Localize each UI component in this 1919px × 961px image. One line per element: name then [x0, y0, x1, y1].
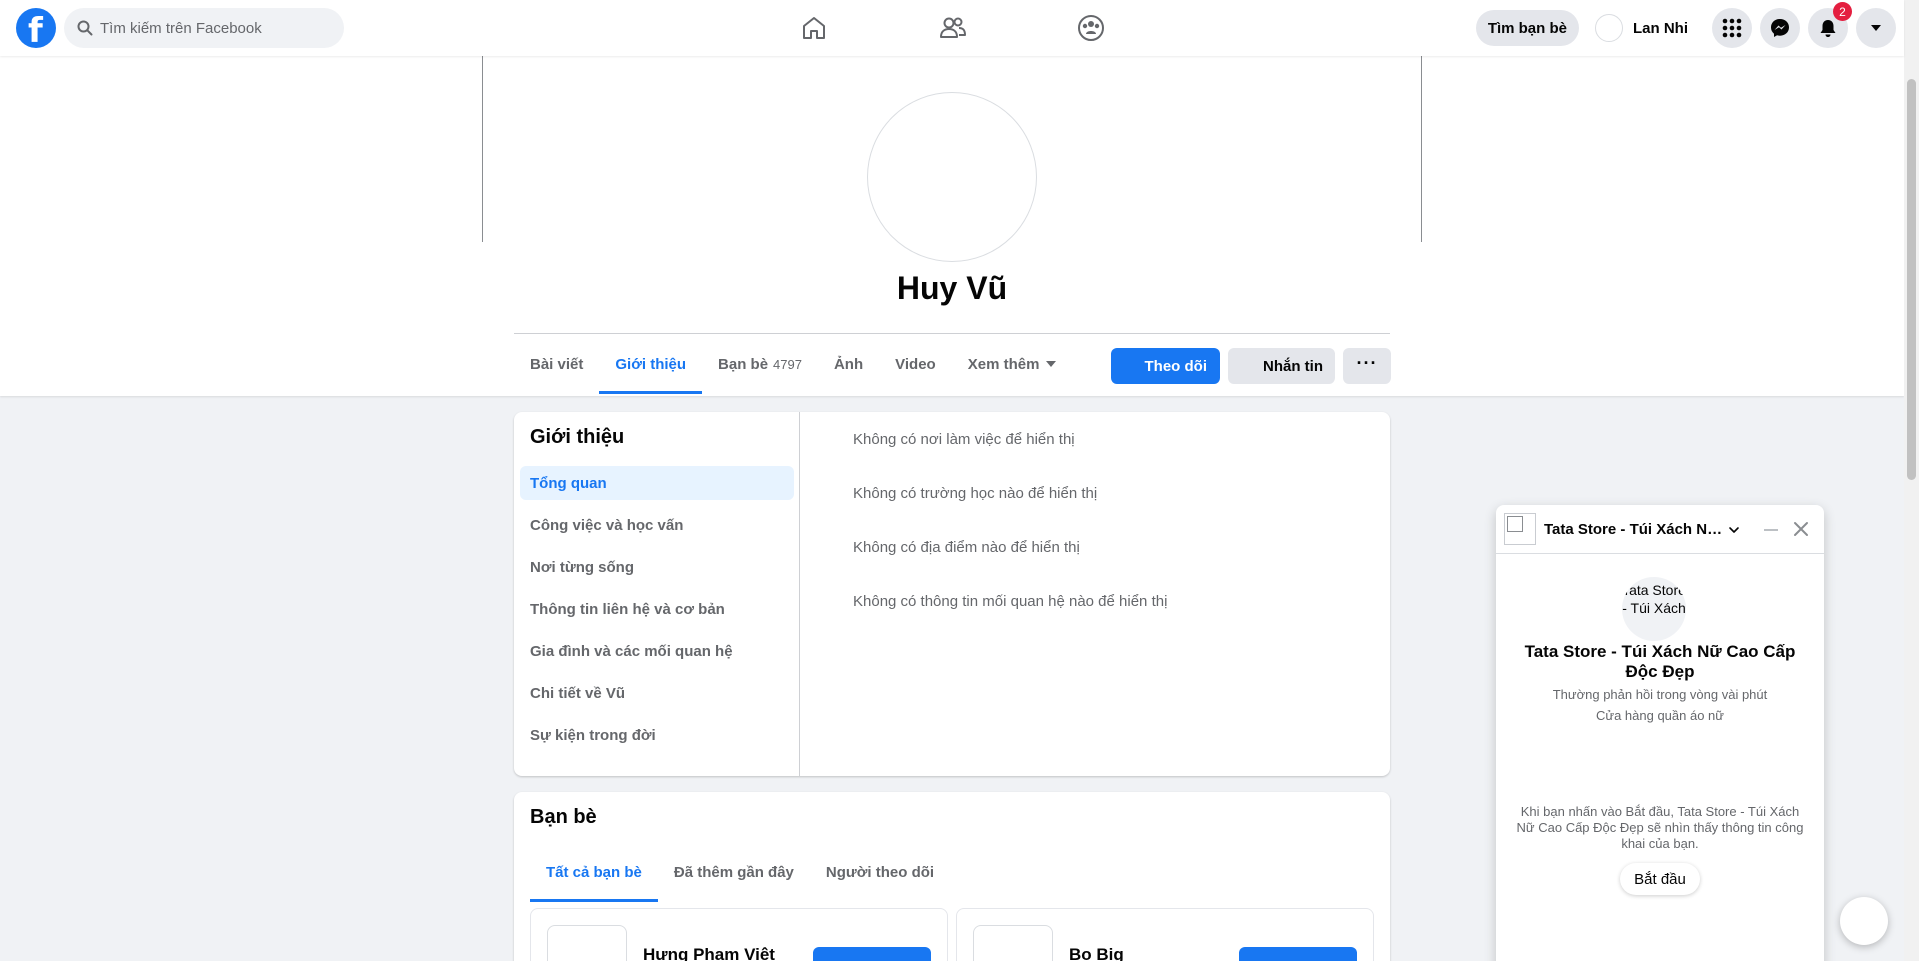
profile-picture[interactable]	[867, 92, 1037, 262]
chat-header[interactable]: Tata Store - Túi Xách Nữ Cao Cấp Độc Đẹp	[1496, 505, 1824, 554]
friend-action-button[interactable]	[1239, 947, 1357, 961]
page-logo: Tata Store - Túi Xách	[1622, 577, 1686, 641]
about-sidebar: Giới thiệu Tổng quan Công việc và học vấ…	[514, 412, 800, 776]
search-input[interactable]	[100, 8, 330, 48]
about-menu-details[interactable]: Chi tiết về Vũ	[520, 676, 794, 710]
about-menu-life-events[interactable]: Sự kiện trong đời	[520, 718, 794, 752]
groups-icon	[1078, 15, 1104, 41]
caret-down-icon	[1046, 361, 1057, 367]
tab-about[interactable]: Giới thiệu	[599, 334, 702, 394]
start-button[interactable]: Bắt đầu	[1620, 863, 1700, 895]
friends-count: 4797	[773, 356, 802, 372]
chevron-down-icon[interactable]	[1728, 524, 1740, 536]
about-card: Giới thiệu Tổng quan Công việc và học vấ…	[514, 412, 1390, 776]
tab-photos[interactable]: Ảnh	[818, 334, 879, 394]
follow-button[interactable]: Theo dõi	[1111, 348, 1220, 384]
bell-icon	[1820, 20, 1836, 37]
friend-photo[interactable]	[547, 925, 627, 961]
page-category: Cửa hàng quần áo nữ	[1595, 708, 1724, 723]
no-places-text: Không có địa điểm nào để hiển thị	[853, 539, 1080, 556]
notification-badge: 2	[1833, 2, 1852, 21]
chat-window: Tata Store - Túi Xách Nữ Cao Cấp Độc Đẹp…	[1496, 505, 1824, 961]
friend-item: Bo Big	[956, 908, 1374, 961]
page-name[interactable]: Tata Store - Túi Xách Nữ Cao Cấp Độc Đẹp	[1520, 642, 1800, 682]
no-workplace-text: Không có nơi làm việc để hiển thị	[853, 431, 1075, 448]
tab-all-friends[interactable]: Tất cả bạn bè	[530, 842, 658, 902]
friend-name[interactable]: Hưng Phạm Việt	[643, 945, 775, 961]
new-message-button[interactable]	[1840, 897, 1888, 945]
tab-posts[interactable]: Bài viết	[514, 334, 599, 394]
notifications-button[interactable]: 2	[1808, 2, 1852, 48]
account-caret-icon	[1871, 25, 1881, 31]
about-content: Không có nơi làm việc để hiển thị Không …	[853, 431, 1167, 647]
nav-home[interactable]	[758, 8, 870, 48]
friend-action-button[interactable]	[813, 947, 931, 961]
page-avatar	[1504, 513, 1536, 545]
profile-tabs: Bài viết Giới thiệu Bạn bè 4797 Ảnh Video…	[514, 334, 1072, 394]
minimize-icon[interactable]	[1764, 529, 1778, 531]
cover-border-left	[482, 56, 483, 242]
scrollbar-thumb[interactable]	[1907, 79, 1916, 480]
tab-more[interactable]: Xem thêm	[952, 334, 1073, 394]
profile-actions: Theo dõi Nhắn tin ···	[1111, 348, 1391, 384]
find-friends-button[interactable]: Tìm bạn bè	[1475, 10, 1579, 46]
nav-friends[interactable]	[897, 8, 1009, 48]
scrollbar[interactable]	[1904, 0, 1919, 961]
response-time: Thường phản hồi trong vòng vài phút	[1552, 687, 1768, 702]
messenger-button[interactable]	[1760, 8, 1800, 48]
message-button[interactable]: Nhắn tin	[1228, 348, 1335, 384]
menu-button[interactable]	[1712, 8, 1752, 48]
about-menu-places-lived[interactable]: Nơi từng sống	[520, 550, 794, 584]
tab-followers[interactable]: Người theo dõi	[810, 842, 950, 902]
top-navigation-bar: f Tìm bạn bè Lan Nh	[0, 0, 1904, 56]
about-menu-contact-basic[interactable]: Thông tin liên hệ và cơ bản	[520, 592, 794, 626]
user-name: Lan Nhi	[1633, 19, 1688, 37]
search-icon	[77, 20, 93, 36]
account-button[interactable]	[1856, 8, 1896, 48]
chat-title[interactable]: Tata Store - Túi Xách Nữ Cao Cấp Độc Đẹp	[1544, 521, 1724, 538]
about-menu: Tổng quan Công việc và học vấn Nơi từng …	[520, 466, 794, 760]
privacy-note: Khi bạn nhấn vào Bắt đầu, Tata Store - T…	[1516, 804, 1804, 851]
about-title: Giới thiệu	[530, 426, 625, 448]
tab-recently-added[interactable]: Đã thêm gần đây	[658, 842, 810, 902]
friend-name[interactable]: Bo Big	[1069, 945, 1124, 961]
home-icon	[803, 17, 825, 39]
about-menu-overview[interactable]: Tổng quan	[520, 466, 794, 500]
friends-tabs: Tất cả bạn bè Đã thêm gần đây Người theo…	[530, 842, 950, 902]
friend-item: Hưng Phạm Việt	[530, 908, 948, 961]
profile-name: Huy Vũ	[896, 270, 1008, 306]
tab-friends[interactable]: Bạn bè 4797	[702, 334, 818, 394]
cover-border-right	[1421, 56, 1422, 242]
messenger-icon	[1771, 19, 1789, 37]
about-menu-family-relationships[interactable]: Gia đình và các mối quan hệ	[520, 634, 794, 668]
friend-photo[interactable]	[973, 925, 1053, 961]
about-menu-work-education[interactable]: Công việc và học vấn	[520, 508, 794, 542]
facebook-logo[interactable]: f	[16, 8, 56, 51]
search-box[interactable]	[64, 8, 344, 48]
profile-header: Huy Vũ Bài viết Giới thiệu Bạn bè 4797 Ản…	[0, 56, 1904, 396]
avatar	[1595, 14, 1623, 42]
close-icon[interactable]	[1792, 520, 1810, 538]
nav-groups[interactable]	[1035, 8, 1147, 48]
friends-title: Bạn bè	[530, 806, 597, 828]
no-relationship-text: Không có thông tin mối quan hệ nào để hi…	[853, 593, 1168, 610]
friends-icon	[940, 17, 966, 38]
profile-shortcut[interactable]: Lan Nhi	[1591, 10, 1696, 46]
more-options-button[interactable]: ···	[1343, 348, 1391, 384]
friends-card: Bạn bè Tất cả bạn bè Đã thêm gần đây Ngư…	[514, 792, 1390, 961]
no-school-text: Không có trường học nào để hiển thị	[853, 485, 1098, 502]
menu-grid-icon	[1722, 18, 1742, 38]
tab-videos[interactable]: Video	[879, 334, 952, 394]
